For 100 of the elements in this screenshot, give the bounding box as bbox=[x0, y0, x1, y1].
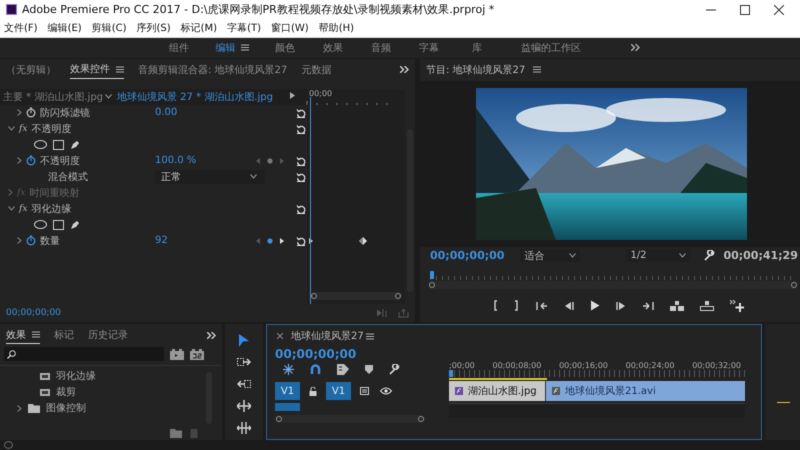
wrench-icon[interactable] bbox=[389, 364, 400, 375]
zoom-scrollbar[interactable] bbox=[428, 280, 798, 289]
fx-badge[interactable]: fx bbox=[19, 124, 28, 134]
menu-icon[interactable] bbox=[533, 66, 542, 74]
playhead-timecode[interactable]: 00;00;00;00 bbox=[430, 249, 504, 262]
go-to-in-icon[interactable] bbox=[536, 300, 548, 311]
keyframe-navigator-icon[interactable] bbox=[255, 236, 285, 245]
timeline-clip[interactable]: 湖泊山水图.jpg bbox=[449, 381, 545, 402]
lift-icon[interactable] bbox=[670, 300, 684, 311]
ellipse-mask-icon[interactable] bbox=[34, 220, 47, 230]
sync-lock-icon[interactable] bbox=[360, 387, 371, 396]
overflow-chevrons-icon[interactable] bbox=[207, 332, 216, 339]
property-value[interactable]: 100.0 % bbox=[155, 155, 196, 166]
linked-selection-icon[interactable] bbox=[337, 364, 349, 375]
playhead-handle[interactable] bbox=[449, 370, 453, 378]
go-to-out-icon[interactable] bbox=[642, 300, 654, 311]
search-field[interactable] bbox=[4, 347, 164, 362]
rolling-edit-tool[interactable] bbox=[234, 398, 254, 414]
chevron-right-icon[interactable] bbox=[17, 237, 22, 244]
lock-icon[interactable] bbox=[309, 386, 317, 396]
folder-item[interactable]: 图像控制 bbox=[46, 401, 86, 416]
workspace-tab[interactable]: 字幕 bbox=[405, 40, 453, 55]
panel-tab[interactable]: 效果控件 bbox=[70, 60, 124, 79]
reset-icon[interactable] bbox=[296, 204, 306, 214]
chevron-right-icon[interactable] bbox=[17, 404, 22, 412]
zoom-scrollbar[interactable] bbox=[310, 292, 402, 300]
property-value[interactable]: 0.00 bbox=[155, 107, 178, 118]
property-value[interactable]: 92 bbox=[155, 235, 168, 246]
fx-badge[interactable]: fx bbox=[19, 204, 28, 214]
reset-icon[interactable] bbox=[296, 108, 306, 118]
chevron-down-icon[interactable] bbox=[105, 94, 112, 100]
menu-item[interactable]: 字幕(T) bbox=[227, 21, 261, 36]
snap-magnet-icon[interactable] bbox=[310, 364, 321, 374]
mark-in-icon[interactable] bbox=[492, 300, 498, 312]
reset-icon[interactable] bbox=[296, 156, 306, 166]
stopwatch-icon[interactable] bbox=[26, 235, 36, 246]
source-patch-button[interactable]: V1 bbox=[275, 382, 300, 400]
menu-item[interactable]: 帮助(H) bbox=[318, 21, 354, 36]
panel-tab[interactable]: 标记 bbox=[54, 326, 74, 344]
chevron-down-icon[interactable] bbox=[8, 126, 15, 132]
new-folder-icon[interactable] bbox=[170, 428, 182, 438]
menu-icon[interactable] bbox=[240, 44, 248, 52]
effect-item[interactable]: 裁剪 bbox=[56, 385, 76, 400]
reset-icon[interactable] bbox=[296, 172, 306, 182]
panel-tab[interactable]: 历史记录 bbox=[88, 326, 128, 344]
stopwatch-icon[interactable] bbox=[26, 155, 36, 166]
panel-title[interactable]: 节目: 地球仙境风景27 bbox=[426, 60, 526, 79]
track-target-button[interactable]: V1 bbox=[326, 382, 351, 400]
timecode[interactable]: 00;00;00;00 bbox=[6, 308, 61, 318]
work-area-bar[interactable] bbox=[449, 378, 547, 380]
rectangle-mask-icon[interactable] bbox=[53, 140, 64, 150]
reset-icon[interactable] bbox=[296, 124, 306, 134]
menu-item[interactable]: 窗口(W) bbox=[271, 21, 309, 36]
chevron-right-icon[interactable] bbox=[17, 157, 22, 164]
blend-mode-dropdown[interactable]: 正常 bbox=[155, 170, 265, 184]
menu-icon[interactable] bbox=[32, 331, 40, 338]
stopwatch-icon[interactable] bbox=[26, 107, 36, 118]
overflow-chevrons-icon[interactable] bbox=[400, 66, 409, 74]
pen-icon[interactable] bbox=[70, 140, 80, 150]
32-bit-effects-icon[interactable] bbox=[190, 348, 204, 360]
rectangle-mask-icon[interactable] bbox=[53, 220, 64, 230]
menu-icon[interactable] bbox=[116, 66, 124, 73]
marker-icon[interactable] bbox=[365, 364, 373, 374]
workspace-tab[interactable]: 组件 bbox=[155, 40, 203, 55]
workspace-tab[interactable]: 库 bbox=[453, 40, 501, 55]
wrench-icon[interactable] bbox=[704, 250, 716, 262]
reset-icon[interactable] bbox=[296, 236, 306, 246]
menu-item[interactable]: 文件(F) bbox=[4, 21, 38, 36]
menu-item[interactable]: 编辑(E) bbox=[48, 21, 82, 36]
panel-tab[interactable]: 元数据 bbox=[301, 60, 332, 79]
extract-icon[interactable] bbox=[700, 300, 714, 311]
menu-item[interactable]: 剪辑(C) bbox=[92, 21, 126, 36]
keyframe-diamond-icon[interactable] bbox=[359, 236, 367, 245]
menu-item[interactable]: 序列(S) bbox=[136, 21, 171, 36]
clip-selector[interactable]: 地球仙境风景 27 * 湖泊山水图.jpg bbox=[117, 90, 273, 104]
eye-icon[interactable] bbox=[380, 387, 392, 396]
sequence-tab[interactable]: 地球仙境风景27 bbox=[291, 327, 364, 346]
zoom-dropdown[interactable]: 适合 bbox=[520, 249, 580, 262]
zoom-scrollbar[interactable] bbox=[275, 415, 425, 424]
menu-icon[interactable] bbox=[366, 332, 374, 340]
workspace-tab[interactable]: 颜色 bbox=[261, 40, 309, 55]
ellipse-mask-icon[interactable] bbox=[34, 140, 47, 150]
workspace-tab[interactable]: 编辑 bbox=[203, 40, 261, 55]
workspace-tab[interactable]: 音频 bbox=[357, 40, 405, 55]
add-button-icon[interactable] bbox=[730, 300, 744, 312]
timeline-clip[interactable]: 地球仙境风景21.avi bbox=[545, 381, 745, 402]
panel-tab[interactable]: （无剪辑） bbox=[6, 60, 56, 79]
effect-item[interactable]: 羽化边缘 bbox=[56, 369, 96, 384]
resolution-dropdown[interactable]: 1/2 bbox=[626, 249, 690, 262]
play-triangle-icon[interactable] bbox=[290, 92, 295, 100]
pen-icon[interactable] bbox=[70, 220, 80, 230]
close-icon[interactable] bbox=[774, 4, 784, 15]
playhead-handle[interactable] bbox=[430, 270, 434, 279]
panel-tab[interactable]: 音频剪辑混合器: 地球仙境风景27 bbox=[138, 60, 288, 79]
panel-tab[interactable]: 效果 bbox=[6, 326, 40, 344]
slip-tool[interactable] bbox=[234, 420, 254, 436]
accelerated-effects-icon[interactable] bbox=[170, 348, 184, 360]
sequence-timecode[interactable]: 00;00;00;00 bbox=[275, 347, 449, 362]
step-forward-icon[interactable] bbox=[616, 300, 626, 311]
overflow-chevrons-icon[interactable] bbox=[631, 44, 640, 52]
